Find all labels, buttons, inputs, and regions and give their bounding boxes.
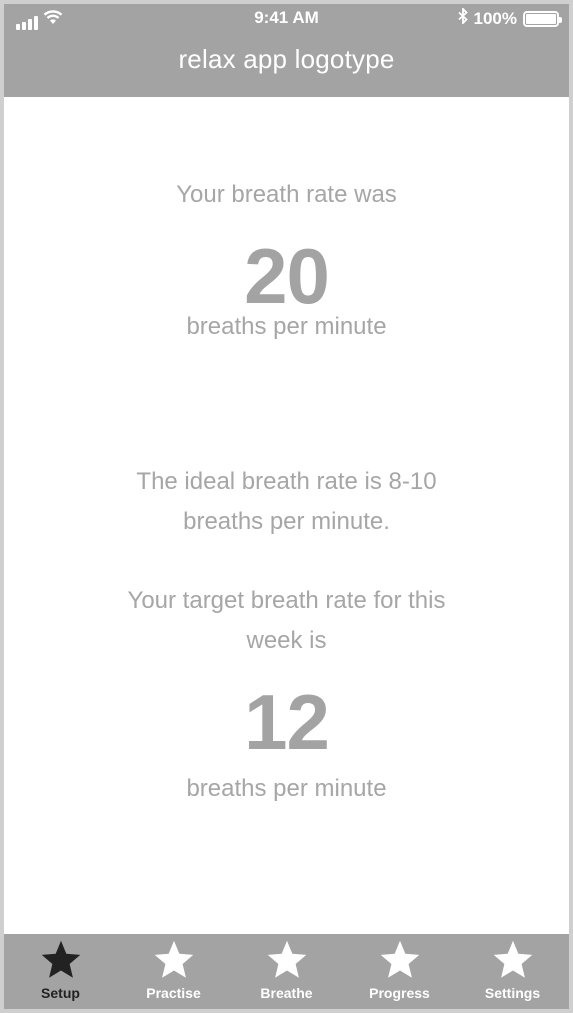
tab-label: Settings	[484, 985, 541, 1001]
app-logotype: relax app logotype	[178, 44, 395, 74]
result-intro: Your breath rate was	[176, 181, 397, 208]
status-right: 100%	[457, 6, 562, 29]
target-text-line1: Your target breath rate for this	[127, 587, 446, 614]
target-text-line2: week is	[246, 627, 327, 654]
bluetooth-icon	[457, 6, 468, 29]
target-rate-value: 12	[244, 678, 330, 766]
battery-percent: 100%	[473, 8, 517, 28]
tab-progress[interactable]: Progress	[343, 934, 456, 1009]
ideal-rate-line1: The ideal breath rate is 8-10	[136, 468, 437, 495]
tab-label: Progress	[369, 985, 430, 1001]
breath-rate-unit: breaths per minute	[186, 313, 387, 340]
tab-breathe[interactable]: Breathe	[230, 934, 343, 1009]
star-icon	[493, 940, 532, 978]
star-icon	[380, 940, 419, 978]
ideal-rate-line2: breaths per minute.	[183, 508, 390, 535]
tab-settings[interactable]: Settings	[456, 934, 569, 1009]
star-icon	[41, 940, 80, 978]
tab-label: Breathe	[260, 985, 313, 1001]
top-bar: 9:41 AM 100% relax app logotype	[4, 4, 569, 97]
main-content: Your breath rate was 20 breaths per minu…	[4, 97, 569, 934]
battery-icon	[523, 10, 562, 27]
star-icon	[154, 940, 193, 978]
star-icon	[267, 940, 306, 978]
tab-setup[interactable]: Setup	[4, 934, 117, 1009]
status-bar: 9:41 AM 100%	[4, 4, 569, 32]
phone-screen: 9:41 AM 100% relax app logotype Your bre…	[0, 0, 573, 1013]
tab-label: Setup	[41, 985, 80, 1001]
tab-practise[interactable]: Practise	[117, 934, 230, 1009]
breath-rate-value: 20	[244, 232, 330, 320]
tab-bar: Setup Practise Breathe Progress Settings	[4, 934, 569, 1009]
tab-label: Practise	[146, 985, 201, 1001]
target-rate-unit: breaths per minute	[186, 775, 387, 802]
